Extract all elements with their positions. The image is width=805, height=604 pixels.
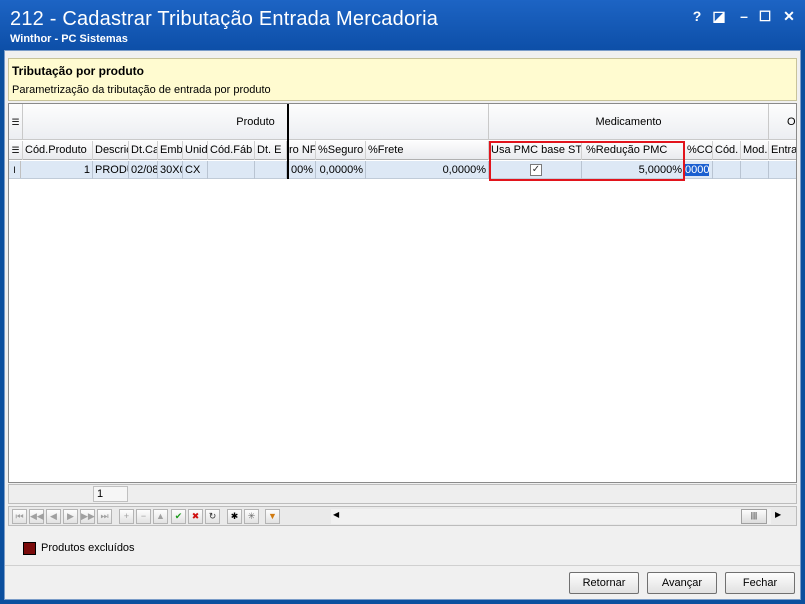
cell-ro-nf[interactable]: 00%: [287, 161, 316, 179]
cell-cod-fab[interactable]: [208, 161, 255, 179]
filter-icon[interactable]: ▼: [265, 509, 280, 524]
first-page-icon[interactable]: ⏮: [12, 509, 27, 524]
cell-entra[interactable]: [769, 161, 796, 179]
col-co[interactable]: %CO: [685, 141, 713, 160]
close-button[interactable]: Fechar: [725, 572, 795, 594]
fixed-column-splitter[interactable]: [287, 104, 289, 179]
band-op: Op: [769, 104, 796, 140]
next-button[interactable]: Avançar: [647, 572, 717, 594]
col-entra[interactable]: Entra: [769, 141, 796, 160]
cancel-x-icon[interactable]: ✖: [188, 509, 203, 524]
bookmark-icon[interactable]: ✱: [227, 509, 242, 524]
prev-page-icon[interactable]: ◀◀: [29, 509, 44, 524]
cell-dt-e[interactable]: [255, 161, 287, 179]
band-medicamento: Medicamento: [489, 104, 769, 140]
refresh-icon[interactable]: ↻: [205, 509, 220, 524]
section-title: Tributação por produto: [12, 64, 144, 78]
restore-panel-icon[interactable]: ◪: [710, 7, 728, 25]
col-unid[interactable]: Unid: [183, 141, 208, 160]
cell-mod[interactable]: [741, 161, 769, 179]
col-mod[interactable]: Mod.: [741, 141, 769, 160]
highlight-box: [489, 141, 685, 181]
maximize-icon[interactable]: ☐: [756, 7, 774, 25]
col-cod-fab[interactable]: Cód.Fáb: [208, 141, 255, 160]
horizontal-scrollbar[interactable]: ◀ |||: [331, 509, 771, 524]
col-seguro[interactable]: %Seguro: [316, 141, 366, 160]
next-record-icon[interactable]: ▶: [63, 509, 78, 524]
cell-emb[interactable]: 30X0: [158, 161, 183, 179]
button-bar: Retornar Avançar Fechar: [5, 565, 800, 599]
section-description: Parametrização da tributação de entrada …: [12, 84, 271, 96]
next-page-icon[interactable]: ▶▶: [80, 509, 95, 524]
cell-co[interactable]: 0000: [685, 161, 713, 179]
help-icon[interactable]: ?: [688, 7, 706, 25]
col-cod[interactable]: Cód.: [713, 141, 741, 160]
legend-label: Produtos excluídos: [41, 542, 135, 554]
close-icon[interactable]: ✕: [780, 7, 798, 25]
col-frete[interactable]: %Frete: [366, 141, 489, 160]
cell-frete[interactable]: 0,0000%: [366, 161, 489, 179]
column-chooser-icon-2[interactable]: ☰: [9, 141, 23, 160]
cell-seguro[interactable]: 0,0000%: [316, 161, 366, 179]
legend-swatch: [23, 542, 36, 555]
cell-unid[interactable]: CX: [183, 161, 208, 179]
col-dt-e[interactable]: Dt. E: [255, 141, 287, 160]
scroll-right-icon[interactable]: ▶: [775, 510, 781, 519]
band-produto: Produto: [23, 104, 489, 140]
col-emb[interactable]: Emb: [158, 141, 183, 160]
col-dt-cadastro[interactable]: Dt.Ca: [129, 141, 158, 160]
window-title: 212 - Cadastrar Tributação Entrada Merca…: [10, 8, 439, 30]
cell-cod[interactable]: [713, 161, 741, 179]
insert-icon[interactable]: +: [119, 509, 134, 524]
scroll-left-icon[interactable]: ◀: [333, 510, 339, 519]
col-ro-nf[interactable]: ro NF: [287, 141, 316, 160]
last-page-icon[interactable]: ⏭: [97, 509, 112, 524]
prev-record-icon[interactable]: ◀: [46, 509, 61, 524]
delete-icon[interactable]: −: [136, 509, 151, 524]
grid-navigator: ⏮ ◀◀ ◀ ▶ ▶▶ ⏭ + − ▲ ✔ ✖ ↻ ✱ ✳ ▼ ◀ ||| ▶: [8, 506, 797, 526]
cell-co-selected-text[interactable]: 0000: [685, 164, 710, 176]
record-count: 1: [93, 486, 128, 502]
grid-footer: 1: [8, 484, 797, 504]
window-client: Tributação por produto Parametrização da…: [4, 50, 801, 600]
title-bar: 212 - Cadastrar Tributação Entrada Merca…: [0, 0, 805, 50]
minimize-icon[interactable]: –: [735, 7, 753, 25]
section-header: Tributação por produto Parametrização da…: [8, 58, 797, 101]
post-check-icon[interactable]: ✔: [171, 509, 186, 524]
cell-dt-cadastro[interactable]: 02/08: [129, 161, 158, 179]
cell-descricao[interactable]: PRODU: [93, 161, 129, 179]
cell-cod-produto[interactable]: 1: [23, 161, 93, 179]
band-header-row: ☰ Produto Medicamento Op: [9, 104, 796, 140]
window-subtitle: Winthor - PC Sistemas: [10, 33, 128, 45]
column-chooser-icon[interactable]: ☰: [9, 104, 23, 140]
col-descricao[interactable]: Descriç: [93, 141, 129, 160]
goto-bookmark-icon[interactable]: ✳: [244, 509, 259, 524]
product-tax-grid[interactable]: ☰ Produto Medicamento Op ☰ Cód.Produto D…: [8, 103, 797, 483]
edit-icon[interactable]: ▲: [153, 509, 168, 524]
back-button[interactable]: Retornar: [569, 572, 639, 594]
row-indicator: I: [9, 161, 21, 178]
col-cod-produto[interactable]: Cód.Produto: [23, 141, 93, 160]
scroll-thumb[interactable]: |||: [741, 509, 767, 524]
